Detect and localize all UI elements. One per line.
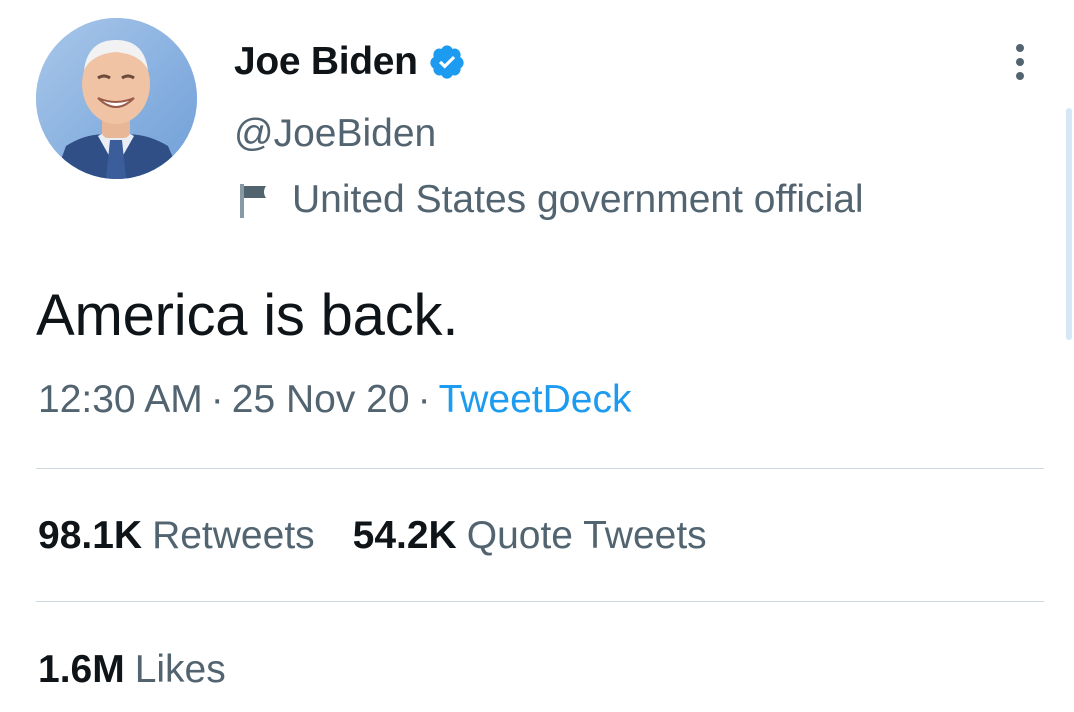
account-label[interactable]: United States government official	[236, 178, 864, 222]
divider	[36, 601, 1044, 602]
engagement-stats: 98.1K Retweets 54.2K Quote Tweets	[38, 514, 745, 558]
quote-tweets-count: 54.2K	[352, 514, 457, 557]
account-label-text: United States government official	[292, 178, 864, 221]
avatar-photo	[36, 18, 197, 179]
meta-separator: ·	[210, 378, 224, 421]
likes-stat[interactable]: 1.6M Likes	[38, 648, 226, 692]
tweet-source-link[interactable]: TweetDeck	[439, 378, 632, 421]
quote-tweets-label: Quote Tweets	[466, 514, 707, 557]
likes-row: 1.6M Likes	[38, 648, 264, 692]
tweet-date[interactable]: 25 Nov 20	[232, 378, 410, 421]
avatar[interactable]	[36, 18, 197, 179]
likes-label: Likes	[134, 648, 226, 691]
author-name-row: Joe Biden	[234, 40, 466, 84]
quote-tweets-stat[interactable]: 54.2K Quote Tweets	[353, 514, 707, 558]
scrollbar[interactable]	[1066, 108, 1072, 340]
flag-icon	[236, 178, 274, 222]
tweet-text: America is back.	[36, 283, 459, 348]
meta-separator: ·	[417, 378, 431, 421]
more-options-icon[interactable]	[1006, 40, 1034, 84]
author-handle[interactable]: @JoeBiden	[234, 112, 436, 156]
retweets-stat[interactable]: 98.1K Retweets	[38, 514, 315, 558]
retweets-label: Retweets	[152, 514, 315, 557]
likes-count: 1.6M	[38, 648, 125, 691]
divider	[36, 468, 1044, 469]
tweet-meta: 12:30 AM · 25 Nov 20 · TweetDeck	[38, 378, 631, 422]
author-display-name[interactable]: Joe Biden	[234, 40, 418, 84]
tweet-time[interactable]: 12:30 AM	[38, 378, 203, 421]
verified-badge-icon	[428, 43, 466, 81]
retweets-count: 98.1K	[38, 514, 143, 557]
